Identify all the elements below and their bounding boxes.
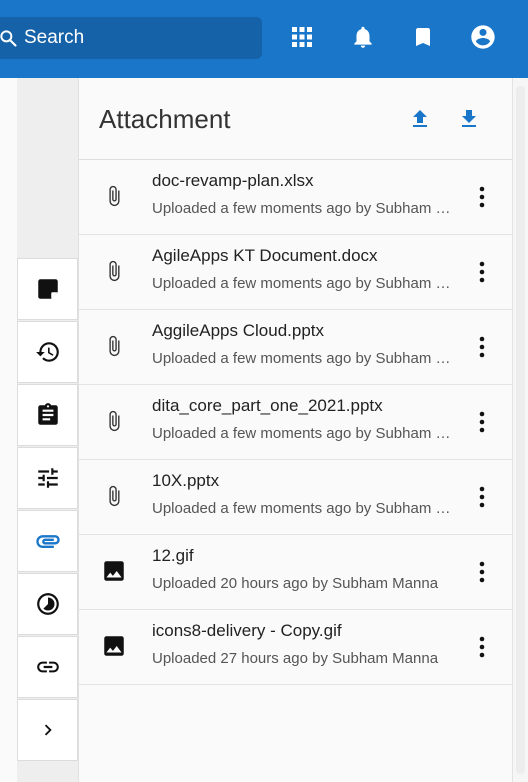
more-options-button[interactable] <box>472 484 492 510</box>
rail-item-tasks[interactable] <box>17 384 78 446</box>
note-icon <box>37 279 58 299</box>
attachment-meta: Uploaded 20 hours ago by Subham Manna <box>152 575 439 592</box>
top-app-bar: Search <box>0 0 528 78</box>
timelapse-icon <box>36 593 59 615</box>
scrollbar-thumb[interactable] <box>516 86 525 774</box>
download-icon <box>462 110 476 127</box>
attachment-name[interactable]: dita_core_part_one_2021.pptx <box>152 396 383 416</box>
chevron-right-icon <box>44 724 52 736</box>
clipboard-icon <box>37 403 58 425</box>
attachment-name[interactable]: 12.gif <box>152 546 194 566</box>
attachment-meta: Uploaded 27 hours ago by Subham Manna <box>152 650 439 667</box>
panel-title: Attachment <box>99 104 231 134</box>
attachment-meta: Uploaded a few moments ago by Subham Man… <box>152 200 457 217</box>
rail-item-expand[interactable] <box>17 699 78 761</box>
paperclip-icon <box>101 333 127 359</box>
more-vert-icon <box>479 411 485 433</box>
link-icon <box>36 661 59 673</box>
attachment-row[interactable]: icons8-delivery - Copy.gif Uploaded 27 h… <box>79 610 513 685</box>
attachment-clip-icon <box>35 535 60 548</box>
paperclip-icon <box>101 408 127 434</box>
attachment-meta: Uploaded a few moments ago by Subham Man… <box>152 275 457 292</box>
more-options-button[interactable] <box>472 259 492 285</box>
more-options-button[interactable] <box>472 334 492 360</box>
attachment-name[interactable]: 10X.pptx <box>152 471 219 491</box>
page-left-edge <box>0 78 18 782</box>
rail-item-links[interactable] <box>17 636 78 698</box>
attachment-panel: Attachment doc-revamp-plan.xlsx Uploaded… <box>78 78 513 782</box>
search-placeholder: Search <box>24 27 85 48</box>
paperclip-icon <box>101 483 127 509</box>
attachment-row[interactable]: AgileApps KT Document.docx Uploaded a fe… <box>79 235 513 310</box>
rail-item-activity[interactable] <box>17 573 78 635</box>
bookmark-icon[interactable] <box>407 21 439 53</box>
rail-item-attachments[interactable] <box>17 510 78 572</box>
attachment-name[interactable]: AgileApps KT Document.docx <box>152 246 378 266</box>
attachment-row[interactable]: AggileApps Cloud.pptx Uploaded a few mom… <box>79 310 513 385</box>
paperclip-icon <box>101 183 127 209</box>
history-icon <box>35 342 59 362</box>
attachment-row[interactable]: dita_core_part_one_2021.pptx Uploaded a … <box>79 385 513 460</box>
more-options-button[interactable] <box>472 559 492 585</box>
more-vert-icon <box>479 561 485 583</box>
side-rail <box>17 258 78 761</box>
more-options-button[interactable] <box>472 184 492 210</box>
more-vert-icon <box>479 486 485 508</box>
download-button[interactable] <box>456 106 482 132</box>
attachment-meta: Uploaded a few moments ago by Subham Man… <box>152 425 457 442</box>
attachment-row[interactable]: doc-revamp-plan.xlsx Uploaded a few mome… <box>79 160 513 235</box>
account-circle-icon[interactable] <box>467 21 499 53</box>
attachment-list: doc-revamp-plan.xlsx Uploaded a few mome… <box>79 160 513 685</box>
panel-header: Attachment <box>79 78 513 160</box>
more-options-button[interactable] <box>472 409 492 435</box>
more-options-button[interactable] <box>472 634 492 660</box>
paperclip-icon <box>101 258 127 284</box>
attachment-name[interactable]: icons8-delivery - Copy.gif <box>152 621 342 641</box>
attachment-meta: Uploaded a few moments ago by Subham Man… <box>152 500 457 517</box>
notifications-bell-icon[interactable] <box>347 21 379 53</box>
attachment-name[interactable]: AggileApps Cloud.pptx <box>152 321 324 341</box>
search-box[interactable]: Search <box>0 17 262 59</box>
rail-item-notes[interactable] <box>17 258 78 320</box>
more-vert-icon <box>479 261 485 283</box>
image-icon <box>101 633 127 659</box>
attachment-row[interactable]: 10X.pptx Uploaded a few moments ago by S… <box>79 460 513 535</box>
tune-sliders-icon <box>37 468 58 488</box>
attachment-row[interactable]: 12.gif Uploaded 20 hours ago by Subham M… <box>79 535 513 610</box>
rail-item-history[interactable] <box>17 321 78 383</box>
upload-icon <box>413 110 427 127</box>
upload-button[interactable] <box>407 106 433 132</box>
rail-item-settings[interactable] <box>17 447 78 509</box>
attachment-meta: Uploaded a few moments ago by Subham Man… <box>152 350 457 367</box>
more-vert-icon <box>479 336 485 358</box>
more-vert-icon <box>479 636 485 658</box>
attachment-name[interactable]: doc-revamp-plan.xlsx <box>152 171 314 191</box>
panel-scrollbar[interactable] <box>512 78 528 782</box>
image-icon <box>101 558 127 584</box>
more-vert-icon <box>479 186 485 208</box>
search-icon <box>0 30 17 47</box>
apps-grid-icon[interactable] <box>286 21 318 53</box>
